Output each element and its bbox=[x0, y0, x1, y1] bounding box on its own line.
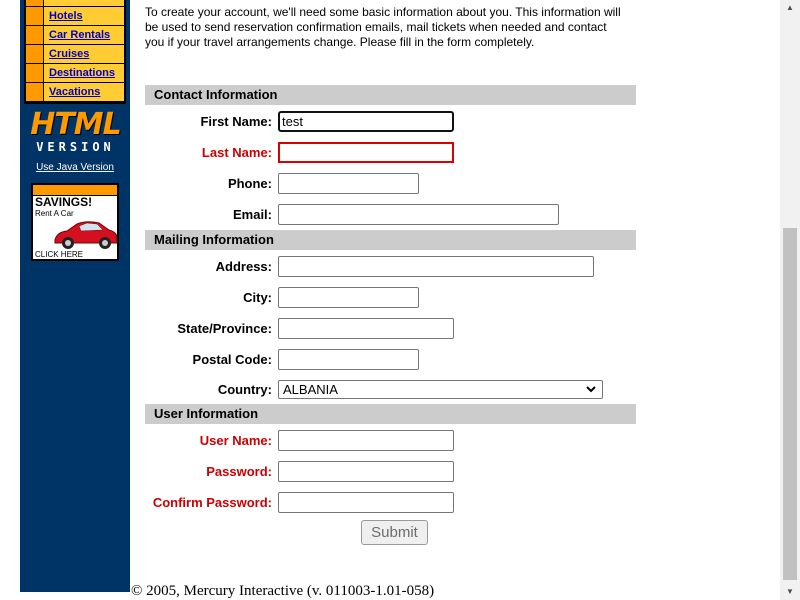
nav-menu: Hotels Car Rentals Cruises Destinations … bbox=[24, 0, 126, 104]
submit-button[interactable]: Submit bbox=[361, 520, 428, 545]
use-java-version-link[interactable]: Use Java Version bbox=[20, 162, 130, 173]
section-contact-information: Contact Information bbox=[145, 85, 636, 105]
phone-input[interactable] bbox=[278, 173, 419, 194]
first-name-label: First Name: bbox=[200, 114, 272, 129]
intro-text: To create your account, we'll need some … bbox=[145, 5, 621, 49]
section-user-information: User Information bbox=[145, 404, 636, 424]
ad-title: SAVINGS! bbox=[35, 195, 93, 209]
confirm-password-label: Confirm Password: bbox=[152, 495, 272, 510]
chevron-down-icon bbox=[586, 386, 596, 393]
section-mailing-information: Mailing Information bbox=[145, 230, 636, 250]
first-name-input[interactable]: test bbox=[278, 111, 454, 132]
nav-bullet bbox=[26, 26, 44, 44]
nav-item-vacations[interactable]: Vacations bbox=[26, 83, 124, 102]
nav-bullet bbox=[26, 64, 44, 82]
password-label: Password: bbox=[206, 464, 272, 479]
city-input[interactable] bbox=[278, 287, 419, 308]
nav-bullet bbox=[26, 0, 44, 6]
nav-link-cruises[interactable]: Cruises bbox=[44, 48, 124, 60]
nav-bullet bbox=[26, 83, 44, 101]
email-input[interactable] bbox=[278, 204, 559, 225]
nav-link-vacations[interactable]: Vacations bbox=[44, 86, 124, 98]
logo-version-text: VERSION bbox=[36, 140, 115, 154]
user-name-input[interactable] bbox=[278, 430, 454, 451]
rent-a-car-ad[interactable]: SAVINGS! Rent A Car CLICK HERE bbox=[31, 183, 119, 261]
phone-label: Phone: bbox=[227, 176, 272, 191]
ad-subtitle: Rent A Car bbox=[35, 209, 74, 218]
html-version-logo: HTML VERSION bbox=[28, 110, 123, 160]
nav-bullet bbox=[26, 7, 44, 25]
ad-click-here: CLICK HERE bbox=[35, 250, 84, 259]
last-name-label: Last Name: bbox=[201, 145, 272, 160]
nav-item-cruises[interactable]: Cruises bbox=[26, 45, 124, 64]
nav-link-hotels[interactable]: Hotels bbox=[44, 10, 124, 22]
scroll-down-arrow-icon[interactable]: ▼ bbox=[780, 584, 800, 600]
postal-code-input[interactable] bbox=[278, 349, 419, 370]
nav-bullet bbox=[26, 45, 44, 63]
logo-html-text: HTML bbox=[30, 107, 122, 142]
user-name-label: User Name: bbox=[199, 433, 272, 448]
password-input[interactable] bbox=[278, 461, 454, 482]
car-icon bbox=[54, 221, 117, 249]
country-select[interactable]: ALBANIA bbox=[278, 380, 603, 399]
address-input[interactable] bbox=[278, 256, 594, 277]
email-label: Email: bbox=[232, 207, 272, 222]
scroll-up-arrow-icon[interactable]: ▲ bbox=[780, 0, 800, 16]
nav-item-destinations[interactable]: Destinations bbox=[26, 64, 124, 83]
scrollbar-thumb[interactable] bbox=[783, 228, 797, 580]
country-selected-value: ALBANIA bbox=[283, 382, 338, 397]
vertical-scrollbar[interactable]: ▲ ▼ bbox=[780, 0, 800, 600]
country-label: Country: bbox=[217, 382, 272, 397]
nav-link-car-rentals[interactable]: Car Rentals bbox=[44, 29, 124, 41]
state-province-label: State/Province: bbox=[177, 321, 272, 336]
postal-code-label: Postal Code: bbox=[192, 352, 272, 367]
state-province-input[interactable] bbox=[278, 318, 454, 339]
last-name-input[interactable] bbox=[278, 142, 454, 163]
sidebar: Hotels Car Rentals Cruises Destinations … bbox=[20, 0, 130, 592]
copyright-footer: © 2005, Mercury Interactive (v. 011003-1… bbox=[131, 583, 435, 599]
address-label: Address: bbox=[215, 259, 272, 274]
nav-item-partial bbox=[26, 0, 124, 7]
nav-item-car-rentals[interactable]: Car Rentals bbox=[26, 26, 124, 45]
city-label: City: bbox=[243, 290, 272, 305]
nav-item-hotels[interactable]: Hotels bbox=[26, 7, 124, 26]
nav-link-destinations[interactable]: Destinations bbox=[44, 67, 124, 79]
confirm-password-input[interactable] bbox=[278, 492, 454, 513]
